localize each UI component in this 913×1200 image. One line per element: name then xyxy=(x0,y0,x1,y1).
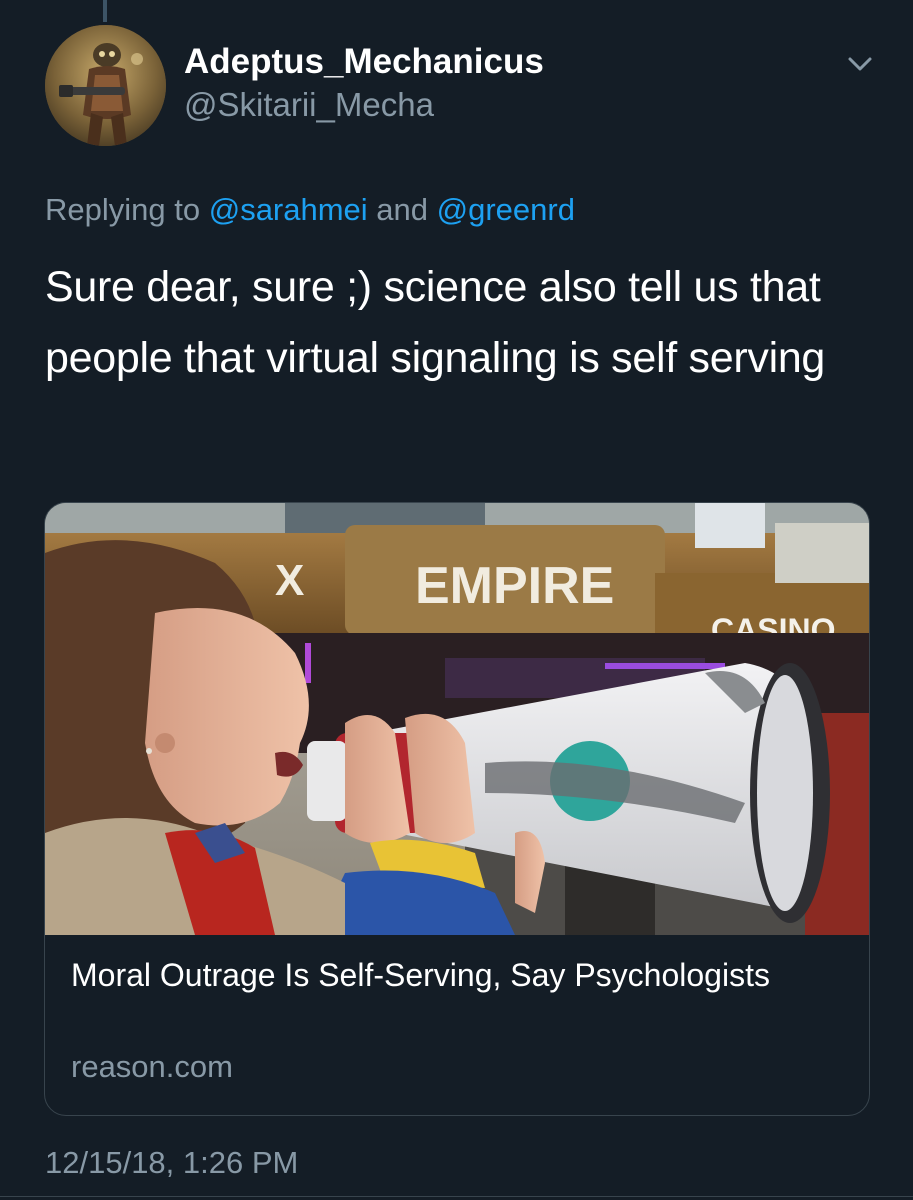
sign-empire: EMPIRE xyxy=(415,557,614,615)
avatar[interactable] xyxy=(45,25,166,146)
warrior-avatar-icon xyxy=(45,25,166,146)
sign-fragment: X xyxy=(275,556,304,605)
card-image: EMPIRE X CASINO xyxy=(45,503,869,935)
tweet-text: Sure dear, sure ;) science also tell us … xyxy=(45,263,826,382)
tweet-timestamp[interactable]: 12/15/18, 1:26 PM xyxy=(45,1145,298,1181)
link-card[interactable]: EMPIRE X CASINO Moral Outrage Is Self-Se… xyxy=(44,502,870,1116)
chevron-down-icon[interactable] xyxy=(842,50,878,78)
card-title[interactable]: Moral Outrage Is Self-Serving, Say Psych… xyxy=(71,953,771,997)
card-domain: reason.com xyxy=(71,1049,233,1084)
bottom-divider xyxy=(0,1196,913,1197)
replying-to-line: Replying to @sarahmei and @greenrd xyxy=(45,192,575,228)
display-name[interactable]: Adeptus_Mechanicus xyxy=(184,42,544,82)
mention-link-sarahmei[interactable]: @sarahmei xyxy=(209,192,368,227)
mention-link-greenrd[interactable]: @greenrd xyxy=(437,192,575,227)
username-handle[interactable]: @Skitarii_Mecha xyxy=(184,86,434,124)
replying-to-prefix: Replying to xyxy=(45,192,209,227)
replying-to-conjunction: and xyxy=(367,192,437,227)
thread-connector-line xyxy=(103,0,107,22)
